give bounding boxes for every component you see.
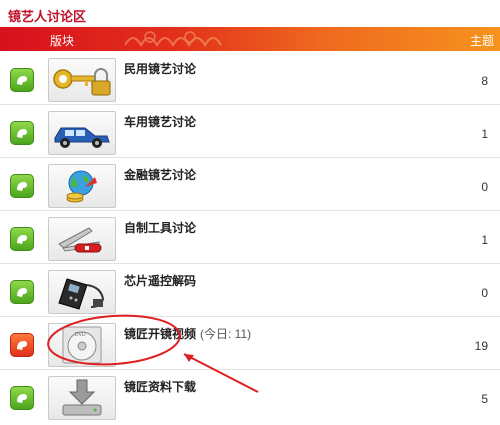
forum-link-3[interactable]: 自制工具讨论 bbox=[124, 221, 196, 235]
column-header-topics: 主题 bbox=[469, 34, 494, 48]
forum-row-4[interactable]: 芯片遥控解码 0 bbox=[0, 264, 500, 317]
forum-header-bar: 版块 主题 bbox=[0, 27, 500, 51]
forum-row-1[interactable]: 车用镜艺讨论 1 bbox=[0, 105, 500, 158]
topic-count-6: 5 bbox=[481, 392, 488, 406]
forum-row-0[interactable]: 民用镜艺讨论 8 bbox=[0, 52, 500, 105]
topic-count-5: 19 bbox=[474, 339, 488, 353]
multitool-knife-icon[interactable] bbox=[48, 217, 116, 261]
topic-count-2: 0 bbox=[481, 180, 488, 194]
forum-status-new-icon bbox=[10, 333, 34, 357]
car-icon[interactable] bbox=[48, 111, 116, 155]
forum-row-6[interactable]: 镜匠资料下载 5 bbox=[0, 370, 500, 422]
forum-status-icon bbox=[10, 121, 34, 145]
dvd-disc-icon[interactable]: DVD bbox=[48, 323, 116, 367]
topic-count-4: 0 bbox=[481, 286, 488, 300]
cloud-pattern-decoration bbox=[124, 31, 222, 48]
forum-row-5[interactable]: DVD 镜匠开镜视频 (今日: 11) 19 bbox=[0, 317, 500, 370]
forum-status-icon bbox=[10, 386, 34, 410]
forum-status-icon bbox=[10, 68, 34, 92]
column-header-board: 版块 bbox=[50, 34, 75, 48]
forum-row-2[interactable]: 金融镜艺讨论 0 bbox=[0, 158, 500, 211]
forum-link-2[interactable]: 金融镜艺讨论 bbox=[124, 168, 196, 182]
forum-title: 镜艺人讨论区 bbox=[8, 9, 87, 24]
svg-text:DVD: DVD bbox=[75, 332, 86, 338]
forum-status-icon bbox=[10, 174, 34, 198]
forum-link-6[interactable]: 镜匠资料下载 bbox=[124, 380, 196, 394]
forum-link-1[interactable]: 车用镜艺讨论 bbox=[124, 115, 196, 129]
forum-status-icon bbox=[10, 227, 34, 251]
key-lock-icon[interactable] bbox=[48, 58, 116, 102]
today-posts-count: (今日: 11) bbox=[200, 327, 252, 341]
topic-count-3: 1 bbox=[481, 233, 488, 247]
remote-programmer-icon[interactable] bbox=[48, 270, 116, 314]
topic-count-0: 8 bbox=[481, 74, 488, 88]
forum-row-3[interactable]: 自制工具讨论 1 bbox=[0, 211, 500, 264]
forum-link-5[interactable]: 镜匠开镜视频 bbox=[124, 327, 196, 341]
forum-link-0[interactable]: 民用镜艺讨论 bbox=[124, 62, 196, 76]
forum-status-icon bbox=[10, 280, 34, 304]
forum-link-4[interactable]: 芯片遥控解码 bbox=[124, 274, 196, 288]
topic-count-1: 1 bbox=[481, 127, 488, 141]
download-drive-icon[interactable] bbox=[48, 376, 116, 420]
globe-coins-icon[interactable] bbox=[48, 164, 116, 208]
